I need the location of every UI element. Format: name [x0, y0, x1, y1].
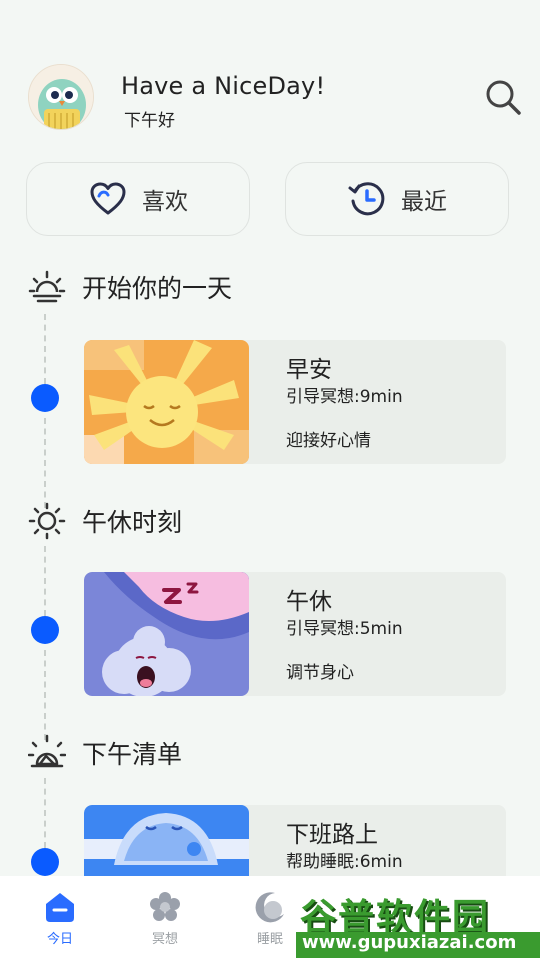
like-button[interactable]: 喜欢 [26, 162, 250, 236]
like-button-label: 喜欢 [142, 189, 188, 215]
tab-meditate[interactable]: 冥想 [125, 890, 205, 947]
moon-icon [255, 892, 284, 923]
section-title: 午休时刻 [82, 508, 183, 537]
section-header-afternoon: 下午清单 [28, 734, 182, 772]
session-card-noon[interactable]: 午休 引导冥想:5min 调节身心 [84, 572, 506, 696]
timeline-dot [31, 384, 59, 412]
tab-label: 今日 [46, 932, 73, 947]
sun-icon [28, 502, 66, 540]
owl-avatar-icon [29, 65, 93, 129]
timeline-dot [31, 616, 59, 644]
card-description: 迎接好心情 [286, 431, 371, 451]
watermark-brand: 谷普软件园 [300, 897, 491, 938]
sleeping-cloud-illustration-icon [84, 572, 249, 696]
heart-icon [90, 182, 126, 215]
timeline-line [44, 546, 46, 616]
sun-illustration-icon [84, 340, 249, 464]
timeline-line [44, 650, 46, 740]
card-duration: 帮助睡眠:6min [286, 852, 403, 872]
card-title: 午休 [286, 589, 332, 615]
greeting-subtitle: 下午好 [124, 111, 175, 131]
header: Have a NiceDay! 下午好 [0, 0, 540, 150]
sunrise-icon [28, 270, 66, 303]
tab-today[interactable]: 今日 [20, 890, 100, 947]
session-thumbnail [84, 340, 249, 464]
card-duration: 引导冥想:9min [286, 387, 403, 407]
avatar[interactable] [28, 64, 94, 130]
timeline-dot [31, 848, 59, 876]
sunset-icon [28, 734, 66, 768]
timeline-line [44, 418, 46, 508]
watermark-url: www.gupuxiazai.com [296, 932, 540, 958]
history-clock-icon [348, 182, 385, 216]
tab-label: 冥想 [151, 932, 178, 947]
card-duration: 引导冥想:5min [286, 619, 403, 639]
section-title: 下午清单 [82, 740, 183, 769]
flower-icon [150, 892, 180, 921]
home-icon [46, 893, 74, 922]
greeting-title: Have a NiceDay! [121, 72, 326, 100]
watermark-logo: 谷普软件园 www.gupuxiazai.com [296, 888, 540, 960]
timeline-line [44, 778, 46, 848]
recent-button[interactable]: 最近 [285, 162, 509, 236]
recent-button-label: 最近 [401, 189, 447, 215]
timeline-line [44, 314, 46, 384]
session-card-morning[interactable]: 早安 引导冥想:9min 迎接好心情 [84, 340, 506, 464]
section-header-noon: 午休时刻 [28, 502, 182, 540]
search-icon[interactable] [484, 78, 522, 116]
card-title: 下班路上 [286, 822, 378, 848]
card-title: 早安 [286, 357, 332, 383]
section-header-morning: 开始你的一天 [28, 268, 232, 306]
card-description: 调节身心 [286, 663, 354, 683]
section-title: 开始你的一天 [82, 274, 233, 303]
session-thumbnail [84, 572, 249, 696]
